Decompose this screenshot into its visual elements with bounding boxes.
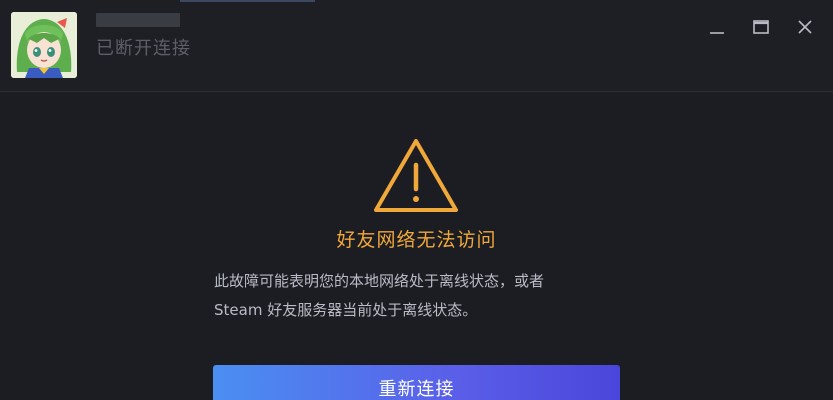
close-icon	[798, 20, 812, 34]
header-accent-line	[180, 0, 315, 2]
maximize-icon	[753, 20, 769, 34]
connection-status: 已断开连接	[96, 38, 191, 59]
error-description-line1: 此故障可能表明您的本地网络处于离线状态，或者	[214, 272, 545, 290]
error-title: 好友网络无法访问	[336, 229, 497, 251]
window-header: 已断开连接	[0, 0, 833, 92]
avatar-image	[11, 12, 77, 78]
warning-triangle-icon	[374, 139, 458, 212]
reconnect-button-label: 重新连接	[378, 379, 455, 400]
error-description: 此故障可能表明您的本地网络处于离线状态，或者 Steam 好友服务器当前处于离线…	[214, 267, 634, 325]
close-button[interactable]	[792, 14, 818, 40]
maximize-button[interactable]	[748, 14, 774, 40]
friends-window: 已断开连接 好友网络无法访问 此故障可能表明您的本地网络处于离线状态，或者 St…	[0, 0, 833, 400]
avatar[interactable]	[11, 12, 77, 78]
minimize-icon	[710, 32, 724, 34]
minimize-button[interactable]	[704, 14, 730, 40]
error-description-line2: Steam 好友服务器当前处于离线状态。	[214, 301, 478, 319]
error-panel: 好友网络无法访问 此故障可能表明您的本地网络处于离线状态，或者 Steam 好友…	[0, 93, 833, 400]
reconnect-button[interactable]: 重新连接	[213, 365, 620, 400]
username-redacted	[96, 13, 180, 27]
